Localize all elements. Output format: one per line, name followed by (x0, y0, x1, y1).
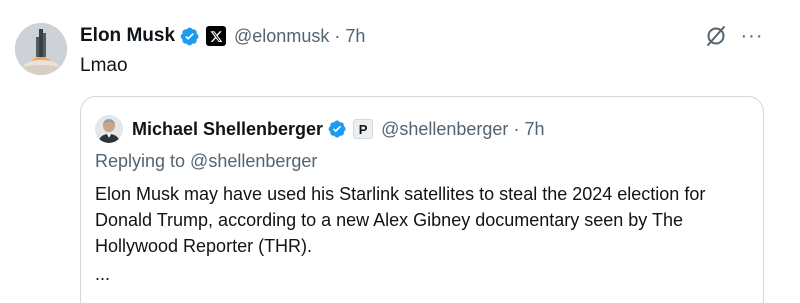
quoted-post-time[interactable]: 7h (524, 119, 544, 140)
post-text: Lmao (80, 55, 128, 76)
grok-icon[interactable] (704, 24, 728, 48)
quoted-author-avatar[interactable] (95, 115, 123, 143)
replying-to-label: Replying to @shellenberger (95, 151, 318, 171)
separator-dot: · (334, 25, 341, 46)
separator-dot: · (513, 118, 520, 139)
truncation-ellipsis: ... (95, 264, 111, 284)
post[interactable]: Elon Musk @elonmusk · 7h ··· Lmao Michae… (0, 0, 800, 303)
affiliation-badge[interactable]: P (353, 119, 374, 139)
x-logo-icon[interactable] (206, 26, 227, 46)
quoted-post-header: Michael Shellenberger P @shellenberger ·… (132, 115, 544, 143)
quoted-post-text: Elon Musk may have used his Starlink sat… (95, 184, 706, 256)
post-header: Elon Musk @elonmusk · 7h (80, 22, 365, 50)
author-handle[interactable]: @elonmusk (234, 26, 329, 47)
quoted-author-name[interactable]: Michael Shellenberger (132, 119, 323, 140)
verified-badge-icon (328, 120, 346, 138)
post-time[interactable]: 7h (345, 26, 365, 47)
quoted-author-handle[interactable]: @shellenberger (381, 119, 508, 140)
more-options-icon[interactable]: ··· (739, 24, 765, 48)
author-name[interactable]: Elon Musk (80, 25, 175, 47)
author-avatar[interactable] (15, 23, 67, 75)
verified-badge-icon (180, 27, 199, 45)
